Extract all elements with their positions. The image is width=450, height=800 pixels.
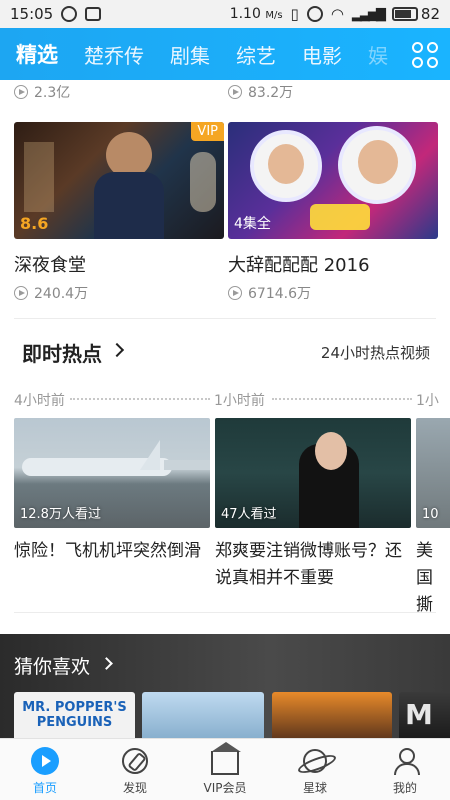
network-speed: 1.10 M/s xyxy=(229,6,283,22)
video-card-variety-show[interactable]: 4集全 大辞配配配 2016 6714.6万 xyxy=(228,122,438,303)
timeline-dots xyxy=(70,398,210,400)
play-count-icon xyxy=(14,286,28,300)
hot-video-title[interactable]: 惊险！飞机机坪突然倒滑 xyxy=(14,538,210,565)
nav-label: VIP会员 xyxy=(203,781,247,795)
tab-princess-agents[interactable]: 楚乔传 xyxy=(84,40,144,69)
hot-video-title[interactable]: 美国撕 xyxy=(416,538,446,619)
channel-grid-icon[interactable] xyxy=(412,42,438,68)
nav-discover[interactable]: 发现 xyxy=(90,739,180,800)
hot-video-title[interactable]: 郑爽要注销微博账号？还说真相并不重要 xyxy=(215,538,411,592)
play-count-icon xyxy=(228,286,242,300)
tab-entertainment[interactable]: 娱 xyxy=(368,40,388,69)
nav-label: 首页 xyxy=(32,781,57,795)
video-title[interactable]: 深夜食堂 xyxy=(14,251,224,277)
alarm-icon xyxy=(306,6,323,22)
battery-indicator: 82 xyxy=(391,5,440,23)
hot-video-card[interactable]: 47人看过 郑爽要注销微博账号？还说真相并不重要 xyxy=(215,418,411,592)
section-divider xyxy=(14,612,436,613)
video-thumbnail[interactable]: 4集全 xyxy=(228,122,438,239)
play-count-icon xyxy=(228,85,242,99)
video-title[interactable]: 大辞配配配 2016 xyxy=(228,251,438,277)
signal-icon: ▂▃▅▇ xyxy=(351,6,386,22)
nav-label: 星球 xyxy=(302,781,327,795)
chevron-right-icon[interactable] xyxy=(109,342,125,358)
nav-home[interactable]: 首页 xyxy=(0,739,90,800)
crown-icon xyxy=(211,742,241,775)
play-count: 83.2万 xyxy=(228,82,293,102)
notification-icon xyxy=(61,6,78,22)
status-time: 15:05 xyxy=(10,5,54,23)
hot-time: 1小 xyxy=(416,390,443,410)
nav-label: 发现 xyxy=(122,781,147,795)
tab-movies[interactable]: 电影 xyxy=(302,40,342,69)
nav-vip[interactable]: VIP会员 xyxy=(180,739,270,800)
tab-variety[interactable]: 综艺 xyxy=(236,40,276,69)
nav-planet[interactable]: 星球 xyxy=(270,739,360,800)
play-count: 240.4万 xyxy=(14,283,224,303)
vip-badge: VIP xyxy=(191,122,224,141)
app-root: 15:05 1.10 M/s ▯ ◠ ▂▃▅▇ 82 精选 楚乔传 剧集 综艺 … xyxy=(0,0,450,800)
nav-label: 我的 xyxy=(392,781,417,795)
episode-count: 4集全 xyxy=(234,216,271,232)
view-count: 47人看过 xyxy=(221,507,277,522)
hot-timeline: 4小时前 1小时前 1小 xyxy=(0,390,450,410)
timeline-dots xyxy=(272,398,412,400)
poster-title: M xyxy=(405,698,433,731)
nav-profile[interactable]: 我的 xyxy=(360,739,450,800)
video-thumbnail[interactable]: 12.8万人看过 xyxy=(14,418,210,528)
hot-section-title[interactable]: 即时热点 xyxy=(22,338,102,367)
hot-video-card[interactable]: 12.8万人看过 惊险！飞机机坪突然倒滑 xyxy=(14,418,210,565)
video-thumbnail[interactable]: 10 xyxy=(416,418,450,528)
tab-featured[interactable]: 精选 xyxy=(16,39,58,69)
section-divider xyxy=(14,318,436,319)
tab-series[interactable]: 剧集 xyxy=(170,40,210,69)
status-bar: 15:05 1.10 M/s ▯ ◠ ▂▃▅▇ 82 xyxy=(0,0,450,28)
battery-level: 82 xyxy=(420,5,440,23)
chevron-right-icon[interactable] xyxy=(100,657,113,670)
hot-24h-link[interactable]: 24小时热点视频 xyxy=(321,342,430,363)
view-count: 10 xyxy=(422,507,439,522)
hot-time: 1小时前 xyxy=(214,390,269,410)
hot-time: 4小时前 xyxy=(14,390,69,410)
view-count: 12.8万人看过 xyxy=(20,507,101,522)
compass-icon xyxy=(122,748,148,774)
hot-video-card[interactable]: 10 美国撕 xyxy=(416,418,450,619)
play-count: 6714.6万 xyxy=(228,283,438,303)
play-count-icon xyxy=(14,85,28,99)
play-count: 2.3亿 xyxy=(14,82,70,102)
previous-row-counts: 2.3亿 83.2万 xyxy=(0,80,450,102)
rating-score: 8.6 xyxy=(20,214,49,233)
hot-section-header: 即时热点 24小时热点视频 xyxy=(0,338,450,368)
top-nav: 精选 楚乔传 剧集 综艺 电影 娱 xyxy=(0,28,450,80)
guess-you-like-section: 猜你喜欢 MR. POPPER'S PENGUINS M xyxy=(0,634,450,746)
video-card-midnight-diner[interactable]: VIP 8.6 深夜食堂 240.4万 xyxy=(14,122,224,303)
bottom-nav: 首页 发现 VIP会员 星球 我的 xyxy=(0,738,450,800)
user-icon xyxy=(391,747,420,775)
guess-section-title[interactable]: 猜你喜欢 xyxy=(14,652,90,679)
wifi-icon: ◠ xyxy=(330,5,344,23)
image-notification-icon xyxy=(85,7,102,21)
vibrate-icon: ▯ xyxy=(290,5,299,23)
video-thumbnail[interactable]: VIP 8.6 xyxy=(14,122,224,239)
poster-title: MR. POPPER'S PENGUINS xyxy=(22,700,127,730)
video-thumbnail[interactable]: 47人看过 xyxy=(215,418,411,528)
planet-icon xyxy=(303,749,327,773)
home-play-icon xyxy=(31,747,59,775)
